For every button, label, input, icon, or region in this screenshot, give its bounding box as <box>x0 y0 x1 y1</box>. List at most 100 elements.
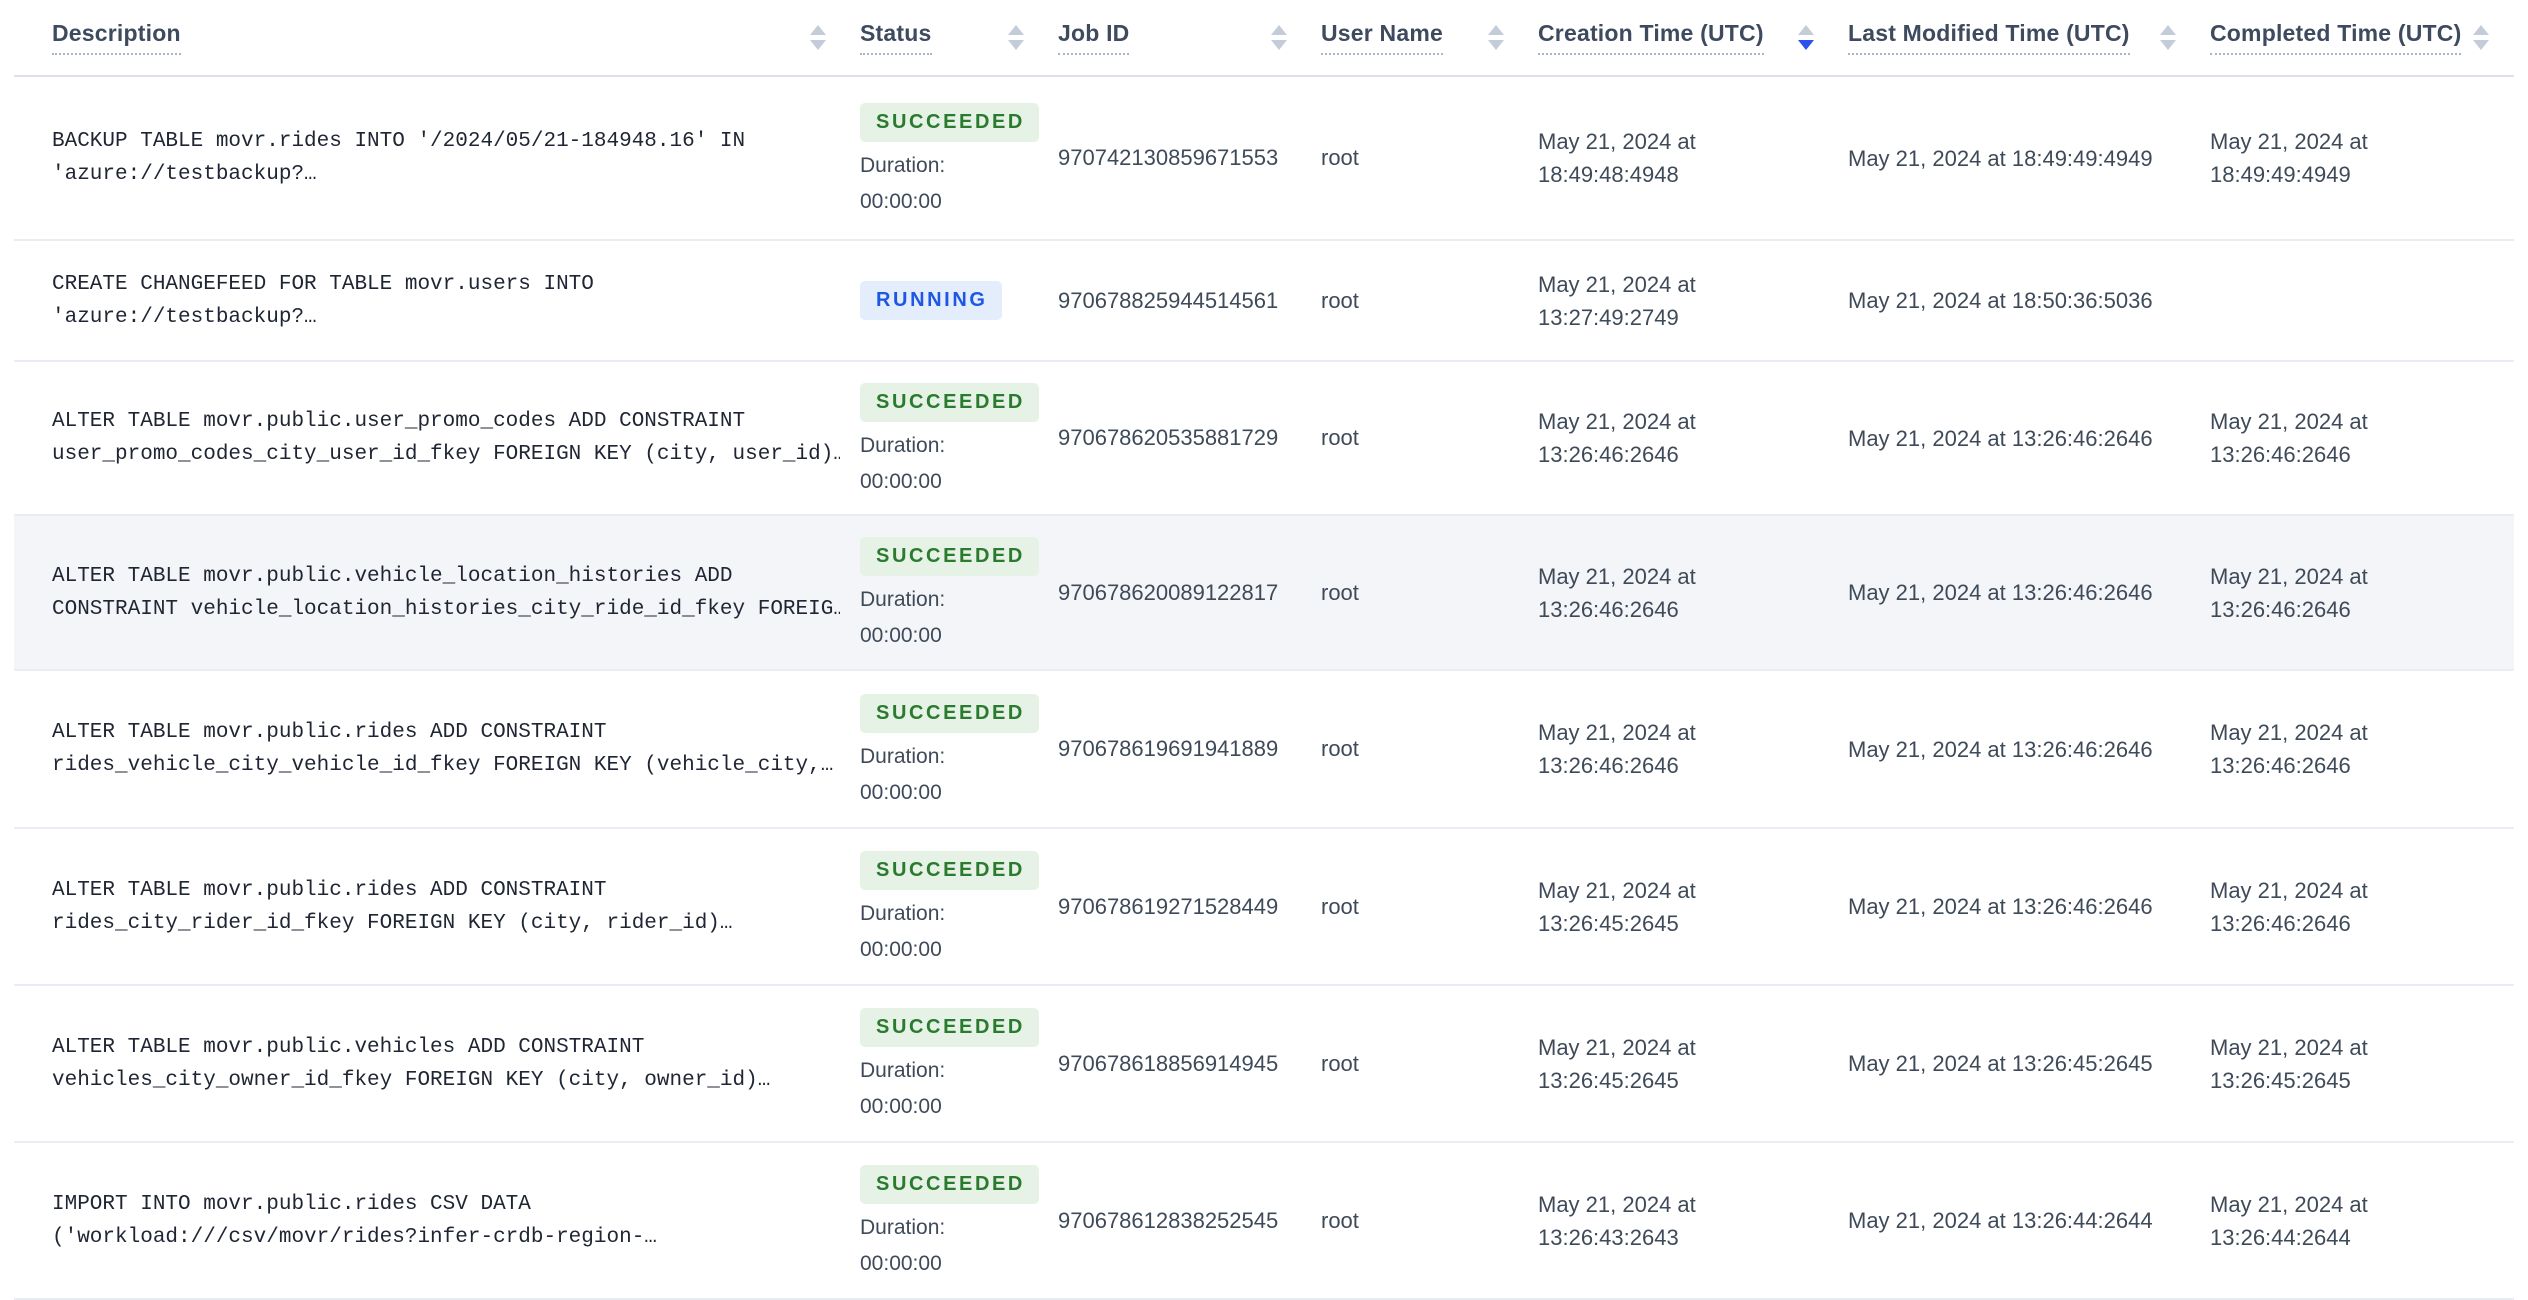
description-cell[interactable]: ALTER TABLE movr.public.vehicles ADD CON… <box>14 985 860 1143</box>
last-modified-time: May 21, 2024 at 13:26:46:2646 <box>1848 736 2153 762</box>
creation-time-line: May 21, 2024 at <box>1538 409 1696 434</box>
duration-value: 00:00:00 <box>860 780 942 804</box>
duration-value: 00:00:00 <box>860 469 942 493</box>
job-description-line: CREATE CHANGEFEED FOR TABLE movr.users I… <box>52 272 594 296</box>
status-cell: SUCCEEDED Duration: 00:00:00 <box>860 985 1058 1143</box>
column-label: User Name <box>1321 20 1443 55</box>
duration-label: Duration: <box>860 1216 946 1239</box>
completed-time-line: 13:26:46:2646 <box>2210 442 2351 467</box>
creation-time-cell: May 21, 2024 at 13:26:46:2646 <box>1538 515 1848 671</box>
creation-time-line: 13:26:46:2646 <box>1538 753 1679 778</box>
creation-time-line: 13:26:45:2645 <box>1538 910 1679 936</box>
job-id: 970742130859671553 <box>1058 145 1279 170</box>
description-cell[interactable]: ALTER TABLE movr.public.user_promo_codes… <box>14 361 860 516</box>
creation-time-line: 13:26:45:2645 <box>1538 1067 1679 1093</box>
description-cell[interactable]: ALTER TABLE movr.public.rides ADD CONSTR… <box>14 670 860 829</box>
duration-value: 00:00:00 <box>860 1095 942 1118</box>
sort-arrows-icon-active-desc <box>1798 25 1814 50</box>
user-name: root <box>1321 736 1359 761</box>
sort-arrows-icon <box>1008 25 1024 50</box>
description-cell[interactable]: BACKUP TABLE movr.rides INTO '/2024/05/2… <box>14 76 860 241</box>
creation-time-line: 13:27:49:2749 <box>1538 304 1679 330</box>
job-id-cell: 970678825944514561 <box>1058 240 1321 362</box>
status-cell: RUNNING <box>860 240 1058 362</box>
column-header-last-modified-time[interactable]: Last Modified Time (UTC) <box>1848 0 2210 77</box>
table-row: ALTER TABLE movr.public.rides ADD CONSTR… <box>14 828 2514 986</box>
sort-arrows-icon <box>2160 25 2176 50</box>
status-badge: SUCCEEDED <box>860 1165 1039 1204</box>
creation-time-cell: May 21, 2024 at 13:27:49:2749 <box>1538 240 1848 362</box>
creation-time-line: May 21, 2024 at <box>1538 1034 1696 1060</box>
column-header-job-id[interactable]: Job ID <box>1058 0 1321 77</box>
column-header-user-name[interactable]: User Name <box>1321 0 1538 77</box>
completed-time-cell: May 21, 2024 at 13:26:46:2646 <box>2210 828 2514 986</box>
job-description-line: IMPORT INTO movr.public.rides CSV DATA <box>52 1192 531 1216</box>
completed-time-cell <box>2210 240 2514 362</box>
job-description-line: ALTER TABLE movr.public.rides ADD CONSTR… <box>52 878 607 902</box>
table-row: IMPORT INTO movr.public.rides CSV DATA (… <box>14 1142 2514 1300</box>
completed-time-line: 18:49:49:4949 <box>2210 162 2351 187</box>
job-id: 970678618856914945 <box>1058 1050 1279 1076</box>
status-cell: SUCCEEDED Duration: 00:00:00 <box>860 1142 1058 1300</box>
last-modified-cell: May 21, 2024 at 13:26:45:2645 <box>1848 985 2210 1143</box>
column-label: Description <box>52 20 181 55</box>
status-badge: SUCCEEDED <box>860 693 1039 733</box>
last-modified-time: May 21, 2024 at 13:26:46:2646 <box>1848 894 2153 919</box>
user-name: root <box>1321 1050 1359 1076</box>
duration-label: Duration: <box>860 588 946 611</box>
job-id-cell: 970678619271528449 <box>1058 828 1321 986</box>
column-label: Last Modified Time (UTC) <box>1848 20 2130 55</box>
duration-value: 00:00:00 <box>860 624 942 647</box>
table-row: ALTER TABLE movr.public.vehicles ADD CON… <box>14 985 2514 1143</box>
user-name-cell: root <box>1321 361 1538 516</box>
job-description-line: 'azure://testbackup?… <box>52 163 317 186</box>
job-description-line: rides_vehicle_city_vehicle_id_fkey FOREI… <box>52 754 834 777</box>
completed-time-line: 13:26:44:2644 <box>2210 1224 2351 1250</box>
user-name: root <box>1321 425 1359 450</box>
description-cell[interactable]: ALTER TABLE movr.public.vehicle_location… <box>14 515 860 671</box>
duration-label: Duration: <box>860 153 946 177</box>
last-modified-cell: May 21, 2024 at 18:50:36:5036 <box>1848 240 2210 362</box>
completed-time-line: 13:26:46:2646 <box>2210 753 2351 778</box>
last-modified-cell: May 21, 2024 at 13:26:44:2644 <box>1848 1142 2210 1300</box>
column-header-description[interactable]: Description <box>14 0 860 77</box>
table-row: CREATE CHANGEFEED FOR TABLE movr.users I… <box>14 240 2514 362</box>
last-modified-cell: May 21, 2024 at 13:26:46:2646 <box>1848 670 2210 829</box>
status-cell: SUCCEEDED Duration: 00:00:00 <box>860 76 1058 241</box>
creation-time-line: 13:26:46:2646 <box>1538 442 1679 467</box>
creation-time-line: 18:49:48:4948 <box>1538 162 1679 187</box>
status-cell: SUCCEEDED Duration: 00:00:00 <box>860 670 1058 829</box>
duration-label: Duration: <box>860 744 946 768</box>
completed-time-line: 13:26:45:2645 <box>2210 1067 2351 1093</box>
job-id: 970678620535881729 <box>1058 425 1279 450</box>
user-name-cell: root <box>1321 828 1538 986</box>
column-header-creation-time[interactable]: Creation Time (UTC) <box>1538 0 1848 77</box>
completed-time-cell: May 21, 2024 at 13:26:46:2646 <box>2210 361 2514 516</box>
completed-time-line: May 21, 2024 at <box>2210 720 2368 745</box>
description-cell[interactable]: ALTER TABLE movr.public.rides ADD CONSTR… <box>14 828 860 986</box>
user-name-cell: root <box>1321 76 1538 241</box>
column-label: Job ID <box>1058 20 1130 55</box>
last-modified-cell: May 21, 2024 at 13:26:46:2646 <box>1848 361 2210 516</box>
jobs-table-container: Description Status Job ID User Name Crea… <box>14 0 2514 1300</box>
job-id: 970678825944514561 <box>1058 287 1279 313</box>
description-cell[interactable]: IMPORT INTO movr.public.rides CSV DATA (… <box>14 1142 860 1300</box>
creation-time-cell: May 21, 2024 at 18:49:48:4948 <box>1538 76 1848 241</box>
duration-label: Duration: <box>860 1059 946 1082</box>
creation-time-line: May 21, 2024 at <box>1538 563 1696 589</box>
user-name-cell: root <box>1321 670 1538 829</box>
sort-arrows-icon <box>810 25 826 50</box>
description-cell[interactable]: CREATE CHANGEFEED FOR TABLE movr.users I… <box>14 240 860 362</box>
creation-time-line: May 21, 2024 at <box>1538 1191 1696 1217</box>
user-name: root <box>1321 893 1359 919</box>
last-modified-time: May 21, 2024 at 13:26:45:2645 <box>1848 1051 2153 1076</box>
completed-time-cell: May 21, 2024 at 13:26:46:2646 <box>2210 515 2514 671</box>
job-description-line: 'azure://testbackup?… <box>52 305 317 329</box>
column-header-status[interactable]: Status <box>860 0 1058 77</box>
column-header-completed-time[interactable]: Completed Time (UTC) <box>2210 0 2514 77</box>
creation-time-line: May 21, 2024 at <box>1538 129 1696 154</box>
column-label: Status <box>860 20 932 55</box>
job-description-line: ALTER TABLE movr.public.user_promo_codes… <box>52 410 746 433</box>
sort-arrows-icon <box>1271 25 1287 50</box>
completed-time-line: 13:26:46:2646 <box>2210 910 2351 936</box>
